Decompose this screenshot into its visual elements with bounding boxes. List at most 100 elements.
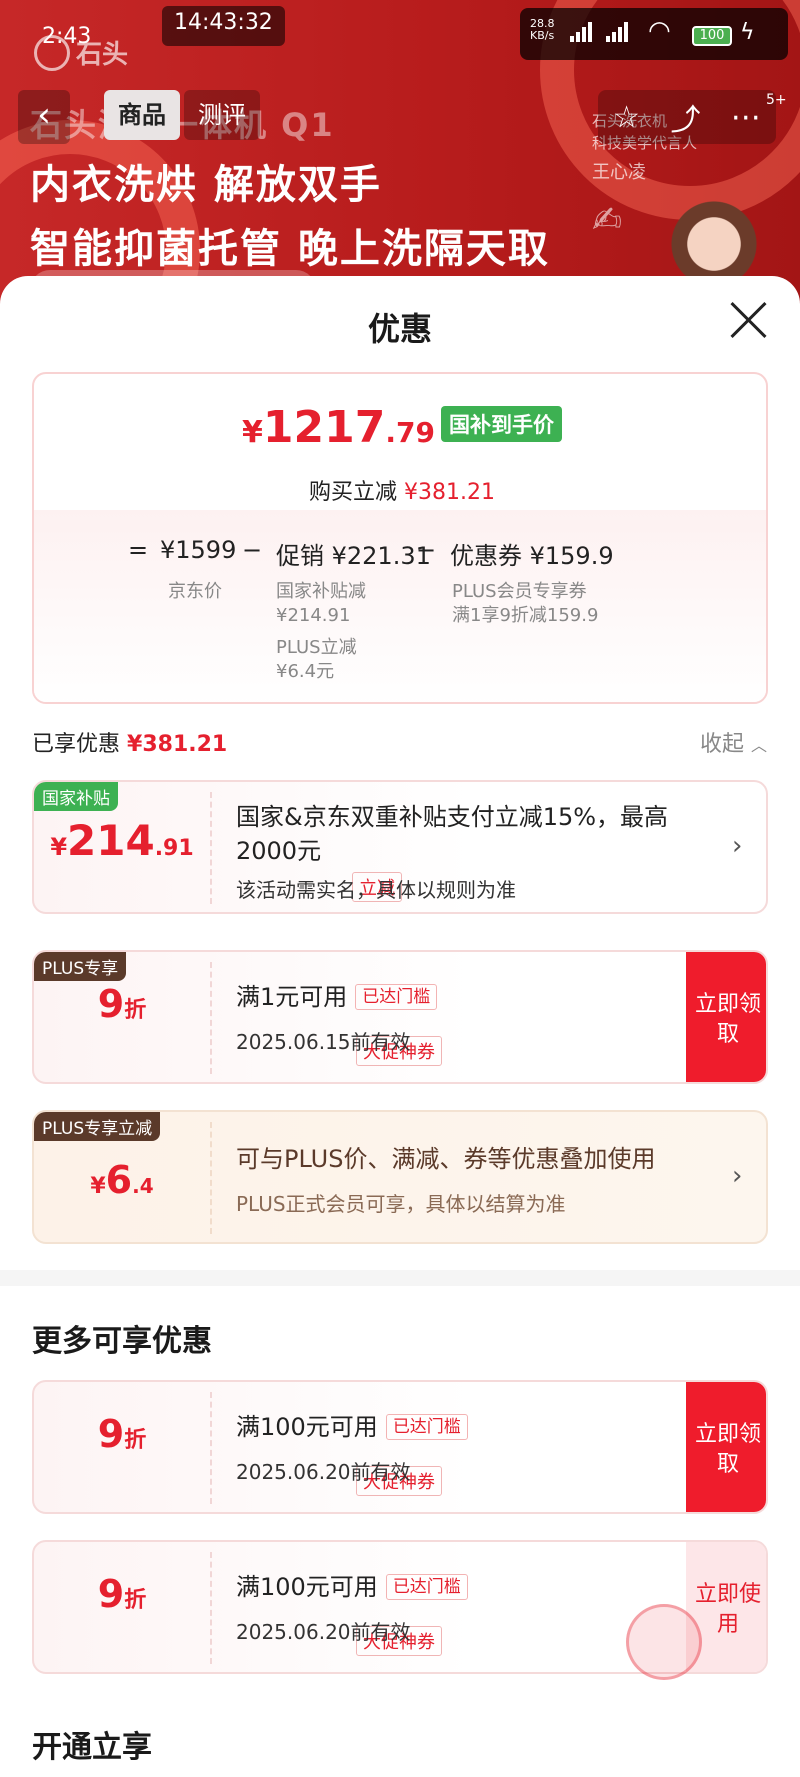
- card-divider: [210, 792, 212, 904]
- plus-instant-card[interactable]: PLUS专享立减 ¥6.4 可与PLUS价、满减、券等优惠叠加使用 PLUS正式…: [32, 1110, 768, 1244]
- hero-slogan-2: 智能抑菌托管 晚上洗隔天取: [30, 226, 550, 272]
- currency-symbol: ¥: [50, 833, 68, 861]
- status-bar: 2:43 14:43:32 28.8 KB/s ◠ 100 ϟ: [0, 0, 800, 60]
- plus-coupon-card: PLUS专享 9折 大促神券 满1元可用 已达门槛 2025.06.15前有效 立…: [32, 950, 768, 1084]
- final-price-dec: .79: [385, 416, 435, 449]
- jd-price: ¥1599: [160, 536, 237, 564]
- coupon-condition-text: 满100元可用: [236, 1413, 378, 1441]
- coupon-discount: 9折: [34, 982, 210, 1026]
- coupon-condition: 满100元可用 已达门槛: [236, 1410, 468, 1444]
- currency-symbol: ¥: [242, 415, 263, 450]
- wifi-icon: ◠: [648, 16, 671, 46]
- enjoyed-amount: ¥381.21: [127, 732, 228, 757]
- plus-instant-int: 6: [105, 1158, 133, 1202]
- top-actions: ☆ ⤴ ⋯: [598, 90, 776, 144]
- card-divider: [210, 1122, 212, 1234]
- discount-unit: 折: [124, 1428, 147, 1453]
- close-icon[interactable]: [728, 300, 768, 340]
- plus-instant-badge: PLUS专享立减: [34, 1112, 161, 1141]
- share-icon[interactable]: ⤴: [670, 95, 700, 139]
- coupon-validity: 2025.06.15前有效: [236, 1030, 411, 1054]
- signal-icon: [570, 20, 592, 42]
- minus-sign: −: [242, 536, 263, 564]
- coupon-condition-text: 满100元可用: [236, 1573, 378, 1601]
- discount-value: 9: [97, 1572, 125, 1616]
- product-page-background: 石头 石头洗烘一体机 Q1 内衣洗烘 解放双手 智能抑菌托管 晚上洗隔天取 石头…: [0, 0, 800, 320]
- threshold-met-badge: 已达门槛: [385, 1414, 468, 1440]
- collapse-button[interactable]: 收起 ︿: [700, 726, 767, 758]
- tab-product[interactable]: 商品: [104, 90, 180, 140]
- card-divider: [210, 1392, 212, 1504]
- discount-sheet: 优惠 ¥1217.79 国补到手价 购买立减 ¥381.21 = ¥1599 − …: [0, 276, 800, 1777]
- card-divider: [210, 962, 212, 1074]
- promo-sub-1-value: ¥214.91: [276, 605, 351, 626]
- coupon-validity: 2025.06.20前有效: [236, 1460, 411, 1484]
- claimed-stamp-icon: [626, 1604, 702, 1680]
- discount-unit: 折: [124, 998, 147, 1023]
- battery-icon: 100: [692, 26, 732, 46]
- reduce-amount: ¥381.21: [404, 480, 495, 505]
- promo-sub-1: 国家补贴减: [276, 581, 366, 602]
- plus-instant-note: PLUS正式会员可享，具体以结算为准: [236, 1192, 566, 1216]
- promo-total: 促销 ¥221.31: [276, 542, 431, 570]
- threshold-met-badge: 已达门槛: [355, 984, 438, 1010]
- discount-unit: 折: [124, 1588, 147, 1613]
- chevron-right-icon: ›: [732, 831, 743, 861]
- favorite-star-icon[interactable]: ☆: [613, 100, 640, 135]
- hero-slogan-1: 内衣洗烘 解放双手: [30, 162, 382, 208]
- reduce-row: 购买立减 ¥381.21: [34, 474, 766, 506]
- spokesperson-name: 王心凌: [592, 162, 646, 183]
- message-count-badge: 5+: [766, 92, 787, 108]
- subsidy-title: 国家&京东双重补贴支付立减15%，最高2000元: [236, 803, 669, 865]
- final-price-row: ¥1217.79 国补到手价: [34, 402, 766, 453]
- subsidy-badge: 国家补贴: [34, 782, 118, 811]
- collapse-label: 收起: [700, 732, 745, 757]
- product-tabs: 商品 测评: [104, 90, 260, 140]
- charging-icon: ϟ: [740, 20, 755, 45]
- tab-review[interactable]: 测评: [184, 90, 260, 140]
- threshold-met-badge: 已达门槛: [385, 1574, 468, 1600]
- subsidy-amount: ¥214.91: [34, 816, 210, 865]
- status-time: 2:43: [42, 24, 92, 49]
- chevron-up-icon: ︿: [751, 736, 768, 755]
- discount-value: 9: [97, 1412, 125, 1456]
- card-divider: [210, 1552, 212, 1664]
- minus-sign: −: [416, 536, 437, 564]
- chevron-right-icon: ›: [732, 1161, 743, 1191]
- promo-sub-2-value: ¥6.4元: [276, 661, 335, 682]
- coupon-sub-1: PLUS会员专享券: [452, 581, 587, 602]
- subsidy-price-tag: 国补到手价: [440, 406, 562, 442]
- subsidy-card[interactable]: 国家补贴 ¥214.91 立减 国家&京东双重补贴支付立减15%，最高2000元…: [32, 780, 768, 914]
- section-gap: [0, 1270, 800, 1286]
- clock-overlay: 14:43:32: [162, 6, 285, 46]
- claim-coupon-button[interactable]: 立即领取: [686, 1382, 766, 1512]
- reduce-label: 购买立减: [309, 480, 398, 505]
- net-speed-unit: KB/s: [530, 29, 555, 42]
- signal-icon: [606, 20, 628, 42]
- plus-badge: PLUS专享: [34, 952, 127, 981]
- more-icon[interactable]: ⋯: [731, 100, 761, 135]
- currency-symbol: ¥: [90, 1174, 106, 1199]
- promo-sub-2: PLUS立减: [276, 637, 357, 658]
- subsidy-amount-dec: .91: [154, 836, 194, 861]
- coupon-condition: 满100元可用 已达门槛: [236, 1570, 468, 1604]
- more-discounts-heading: 更多可享优惠: [32, 1324, 212, 1359]
- subsidy-amount-int: 214: [67, 816, 155, 865]
- coupon-total: 优惠券 ¥159.9: [450, 542, 614, 570]
- coupon-validity: 2025.06.20前有效: [236, 1620, 411, 1644]
- plus-instant-dec: .4: [132, 1174, 154, 1198]
- open-membership-heading: 开通立享: [32, 1730, 152, 1765]
- plus-instant-title: 可与PLUS价、满减、券等优惠叠加使用: [236, 1145, 656, 1173]
- signature-icon: ✍: [592, 200, 623, 241]
- discount-value: 9: [97, 982, 125, 1026]
- jd-price-label: 京东价: [168, 581, 222, 602]
- sheet-title: 优惠: [367, 310, 432, 348]
- network-speed: 28.8 KB/s: [530, 18, 555, 42]
- final-price-int: 1217: [262, 402, 386, 453]
- coupon-discount: 9折: [34, 1572, 210, 1616]
- claim-coupon-button[interactable]: 立即领取: [686, 952, 766, 1082]
- back-button[interactable]: ‹: [18, 90, 70, 144]
- coupon-condition-text: 满1元可用: [236, 983, 348, 1011]
- more-coupon-card: 9折 大促神券 满100元可用 已达门槛 2025.06.20前有效 立即领取: [32, 1380, 768, 1514]
- plus-instant-amount: ¥6.4: [34, 1158, 210, 1202]
